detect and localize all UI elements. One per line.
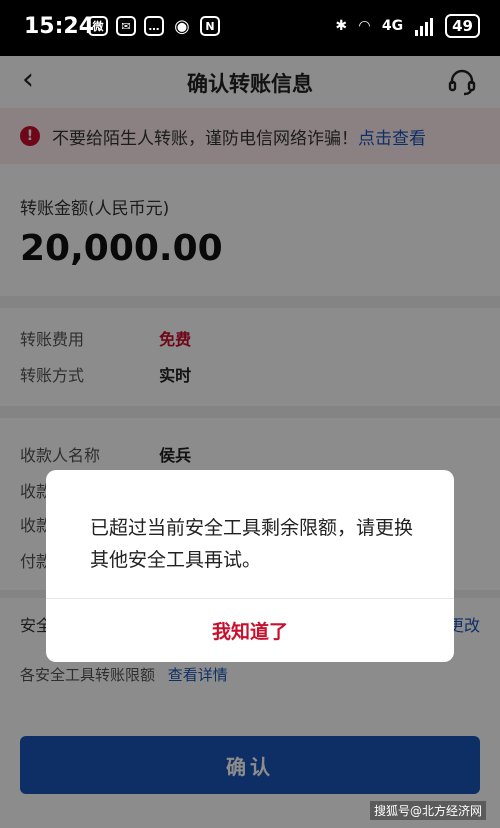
status-time: 15:24: [24, 14, 95, 39]
message-icon: …: [144, 16, 164, 36]
limit-exceeded-dialog: 已超过当前安全工具剩余限额，请更换其他安全工具再试。 我知道了: [46, 470, 454, 662]
watermark: 搜狐号@北方经济网: [369, 801, 486, 820]
dialog-acknowledge-button[interactable]: 我知道了: [46, 599, 454, 661]
status-bar: 15:24 微 ✉ … ◉ N ✱ ◠ 4G 49: [0, 0, 500, 56]
bluetooth-icon: ✱: [335, 18, 348, 34]
weibo-icon: 微: [88, 16, 108, 36]
network-type: 4G: [381, 18, 404, 34]
eye-icon: ◉: [174, 15, 190, 37]
status-indicators: ✱ ◠ 4G 49: [335, 14, 480, 38]
wechat-icon: ✉: [116, 16, 136, 36]
signal-icon: [415, 16, 434, 36]
modal-overlay[interactable]: [0, 56, 500, 828]
status-app-icons: 微 ✉ … ◉ N: [88, 15, 220, 37]
dialog-message: 已超过当前安全工具剩余限额，请更换其他安全工具再试。: [90, 517, 414, 571]
battery-icon: 49: [445, 14, 480, 38]
wifi-icon: ◠: [359, 18, 370, 34]
nfc-icon: N: [200, 16, 220, 36]
